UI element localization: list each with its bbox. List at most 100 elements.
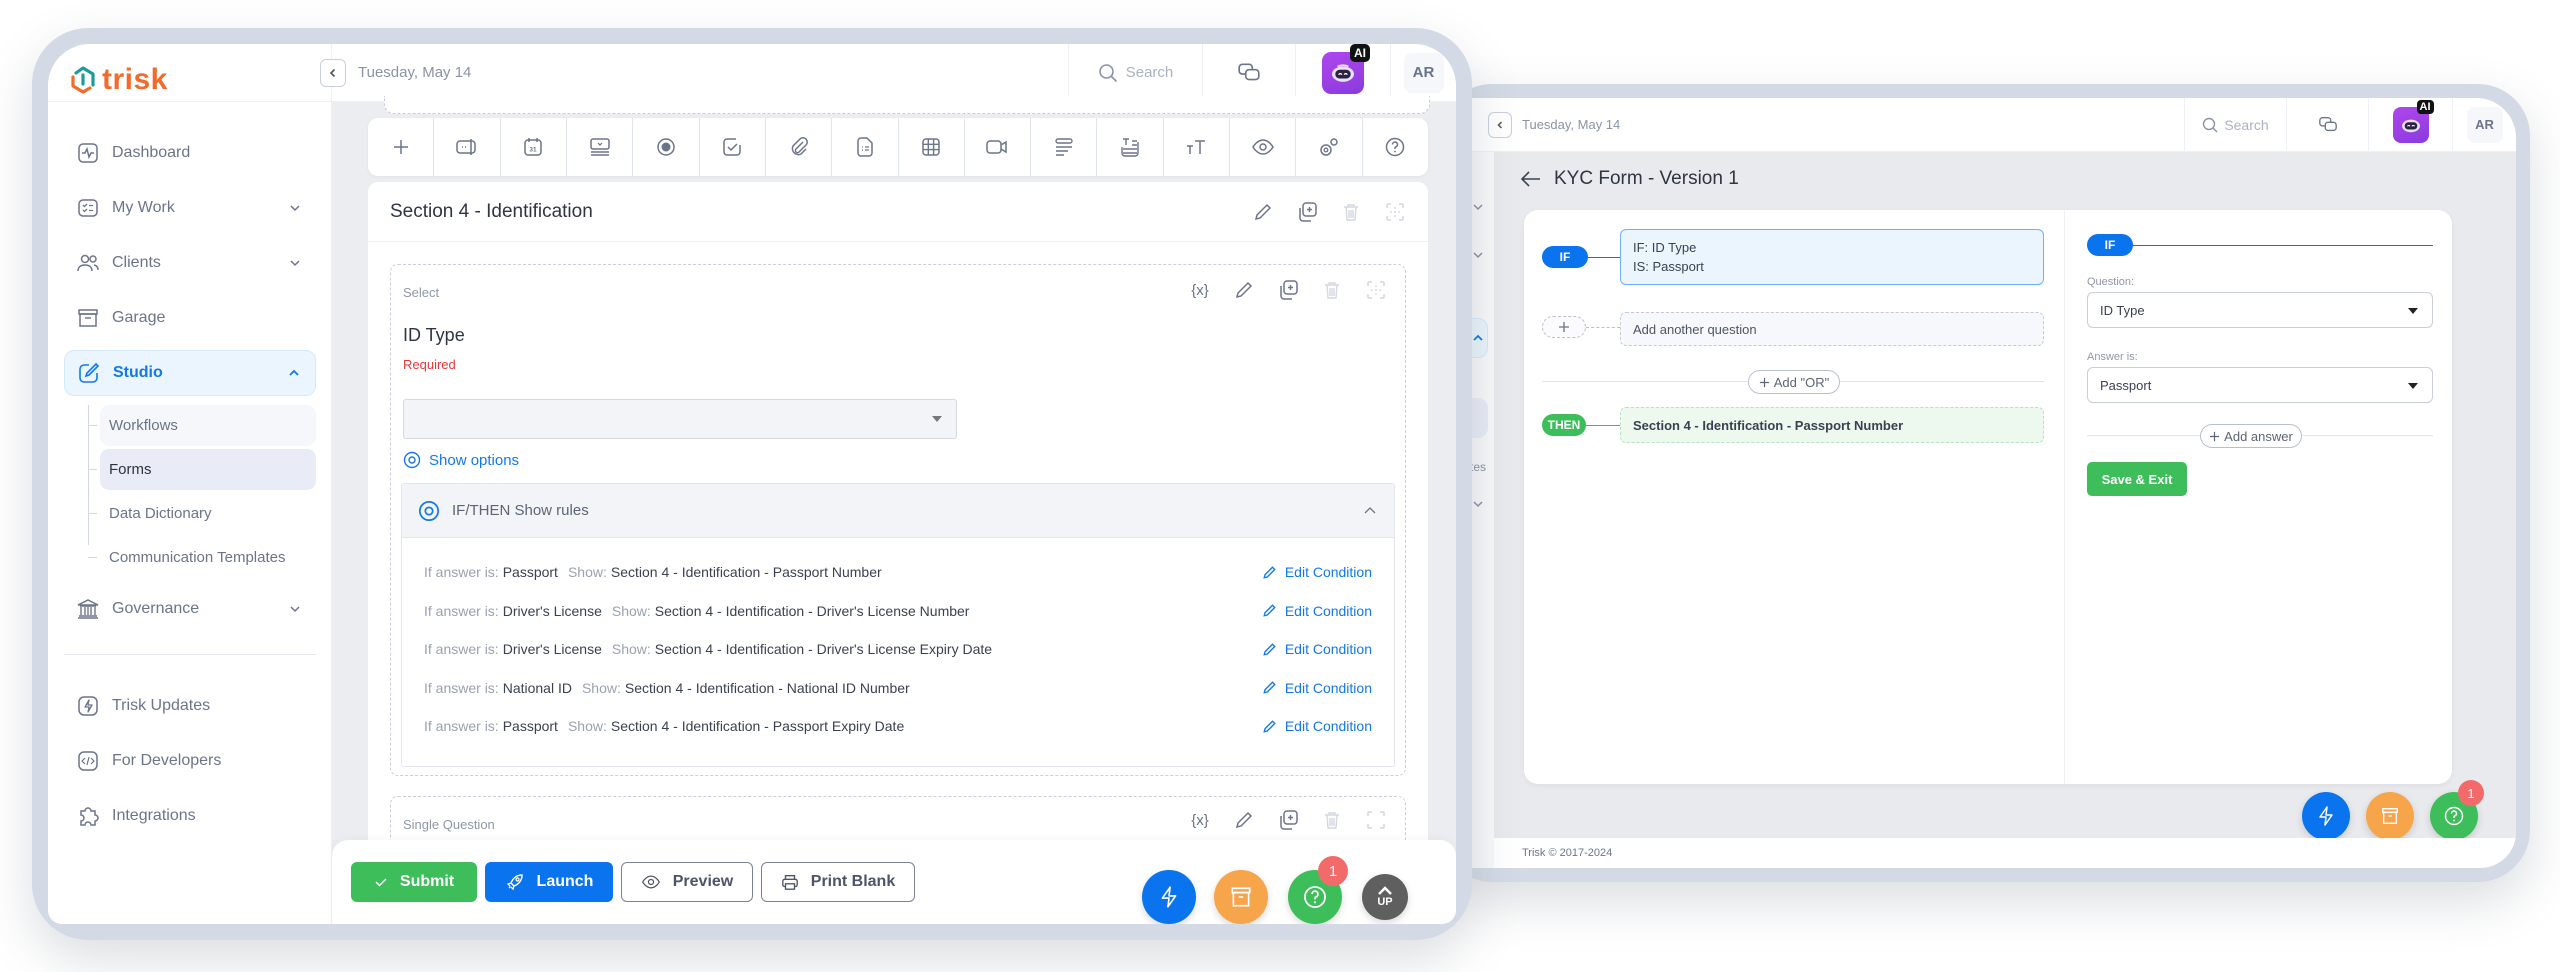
- show-options-link[interactable]: Show options: [403, 451, 519, 469]
- sidebar-subitem-data-dictionary[interactable]: Data Dictionary: [88, 493, 316, 534]
- edit-condition-link[interactable]: Edit Condition: [1262, 680, 1372, 696]
- edit-question-button[interactable]: [1233, 809, 1255, 831]
- sidebar-item-governance[interactable]: Governance: [64, 586, 316, 632]
- help-button[interactable]: [1363, 118, 1428, 176]
- robot-icon: [2401, 119, 2420, 132]
- date-field-button[interactable]: 31: [501, 118, 567, 176]
- duplicate-icon: [1299, 201, 1317, 222]
- paragraph-field-button[interactable]: [1031, 118, 1098, 176]
- expand-question-button[interactable]: [1365, 279, 1387, 301]
- question-card[interactable]: Select {x} ID Type Required Show options…: [390, 264, 1406, 776]
- sidebar-subitem-communication-templates[interactable]: Communication Templates: [88, 537, 316, 578]
- messages-button[interactable]: [2286, 98, 2368, 152]
- duplicate-question-button[interactable]: [1277, 809, 1299, 831]
- avatar[interactable]: AR: [1403, 52, 1444, 93]
- help-fab[interactable]: 1: [1288, 856, 1348, 924]
- plus-icon: [2210, 431, 2220, 441]
- sidebar-item-trisk-updates[interactable]: Trisk Updates: [64, 683, 316, 729]
- delete-question-button[interactable]: [1321, 279, 1343, 301]
- sidebar-item-dashboard[interactable]: Dashboard: [64, 130, 316, 176]
- sidebar-item-clients[interactable]: Clients: [64, 240, 316, 286]
- submit-button[interactable]: Submit: [351, 862, 477, 902]
- trisk-logo[interactable]: trisk: [66, 58, 168, 102]
- scroll-to-top-button[interactable]: UP: [1362, 874, 1408, 920]
- back-arrow-icon[interactable]: [1520, 170, 1542, 188]
- chevron-down-icon[interactable]: [1472, 498, 1484, 510]
- help-fab[interactable]: 1: [2430, 780, 2484, 840]
- id-type-select[interactable]: [403, 399, 957, 439]
- sidebar-item-garage[interactable]: Garage: [64, 295, 316, 341]
- collapse-sidebar-button[interactable]: [1488, 111, 1512, 138]
- delete-section-button[interactable]: [1340, 201, 1362, 223]
- add-field-button[interactable]: [368, 118, 435, 176]
- add-another-question-button[interactable]: Add another question: [1620, 312, 2044, 346]
- table-field-button[interactable]: [899, 118, 965, 176]
- eye-icon: [403, 451, 421, 469]
- search-button[interactable]: Search: [2184, 98, 2286, 152]
- messages-button[interactable]: [1202, 44, 1295, 102]
- page-title-text: KYC Form - Version 1: [1554, 168, 1739, 189]
- chevron-down-icon[interactable]: [1472, 201, 1484, 213]
- edit-condition-link[interactable]: Edit Condition: [1262, 564, 1372, 580]
- section-title: Section 4 - Identification: [390, 200, 593, 222]
- edit-section-button[interactable]: [1252, 201, 1274, 223]
- duplicate-question-button[interactable]: [1277, 279, 1299, 301]
- dropdown-icon: [589, 138, 610, 156]
- question-select[interactable]: ID Type: [2087, 292, 2433, 328]
- edit-condition-link[interactable]: Edit Condition: [1262, 603, 1372, 619]
- then-target-box[interactable]: Section 4 - Identification - Passport Nu…: [1620, 407, 2044, 443]
- edit-condition-link[interactable]: Edit Condition: [1262, 718, 1372, 734]
- save-exit-button[interactable]: Save & Exit: [2087, 462, 2187, 496]
- radio-field-button[interactable]: [633, 118, 700, 176]
- visibility-button[interactable]: [1230, 118, 1297, 176]
- if-condition-box[interactable]: IF: ID Type IS: Passport: [1620, 229, 2044, 285]
- delete-question-button[interactable]: [1321, 809, 1343, 831]
- sidebar-item-integrations[interactable]: Integrations: [64, 793, 316, 839]
- add-question-plus-button[interactable]: [1542, 316, 1586, 338]
- ai-assistant-button[interactable]: AI: [1295, 44, 1390, 102]
- sidebar-subitem-forms[interactable]: Forms: [88, 449, 316, 490]
- font-size-button[interactable]: [1164, 118, 1231, 176]
- sidebar-item-studio[interactable]: Studio: [64, 350, 316, 396]
- quick-actions-fab[interactable]: [1142, 870, 1196, 924]
- variable-button[interactable]: {x}: [1189, 279, 1211, 301]
- text-input-field-button[interactable]: [434, 118, 501, 176]
- sidebar-item-for-developers[interactable]: For Developers: [64, 738, 316, 784]
- video-field-button[interactable]: [965, 118, 1032, 176]
- sidebar-item-my-work[interactable]: My Work: [64, 185, 316, 231]
- add-answer-button[interactable]: Add answer: [2200, 424, 2302, 448]
- archive-fab[interactable]: [1214, 870, 1268, 924]
- user-menu[interactable]: AR: [2452, 98, 2516, 152]
- ifthen-rules-panel: IF/THEN Show rules If answer is: Passport…: [401, 483, 1395, 767]
- preview-button[interactable]: Preview: [621, 862, 753, 902]
- edit-condition-link[interactable]: Edit Condition: [1262, 641, 1372, 657]
- variable-button[interactable]: {x}: [1189, 809, 1211, 831]
- ifthen-rules-header[interactable]: IF/THEN Show rules: [402, 484, 1394, 538]
- collapse-sidebar-button[interactable]: [320, 58, 346, 87]
- search-button[interactable]: Search: [1068, 44, 1202, 102]
- user-menu[interactable]: AR: [1390, 44, 1456, 102]
- document-field-button[interactable]: [832, 118, 899, 176]
- edit-question-button[interactable]: [1233, 279, 1255, 301]
- robot-icon: [1332, 63, 1354, 82]
- print-blank-button[interactable]: Print Blank: [761, 862, 915, 902]
- avatar[interactable]: AR: [2466, 106, 2503, 143]
- if-answer-prefix: If answer is:: [424, 602, 499, 619]
- duplicate-section-button[interactable]: [1296, 201, 1318, 223]
- launch-button[interactable]: Launch: [485, 862, 613, 902]
- quick-actions-fab[interactable]: [2302, 792, 2350, 840]
- add-or-button[interactable]: Add "OR": [1748, 370, 1840, 394]
- settings-button[interactable]: [1296, 118, 1363, 176]
- sidebar-subitem-workflows[interactable]: Workflows: [88, 405, 316, 446]
- ai-assistant-button[interactable]: AI: [2368, 98, 2452, 152]
- expand-section-button[interactable]: [1384, 201, 1406, 223]
- rule-answer: Driver's License: [502, 602, 602, 619]
- dropdown-field-button[interactable]: [567, 118, 634, 176]
- checkbox-field-button[interactable]: [700, 118, 766, 176]
- answer-select[interactable]: Passport: [2087, 367, 2433, 403]
- text-block-field-button[interactable]: [1097, 118, 1164, 176]
- archive-fab[interactable]: [2366, 792, 2414, 840]
- chevron-down-icon[interactable]: [1472, 249, 1484, 261]
- expand-question-button[interactable]: [1365, 809, 1387, 831]
- attachment-field-button[interactable]: [766, 118, 833, 176]
